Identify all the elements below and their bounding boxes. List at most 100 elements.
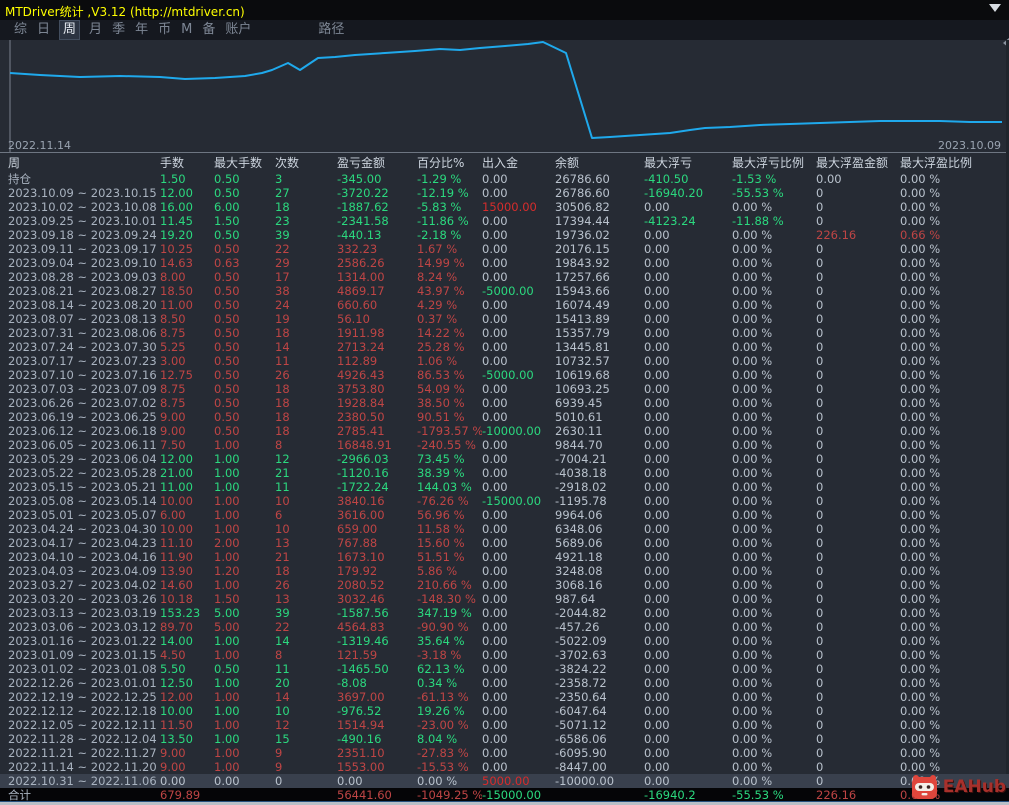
cell: 0.00: [644, 382, 670, 396]
cell: 0.00 %: [732, 550, 773, 564]
cell: 0.00 %: [732, 466, 773, 480]
table-row[interactable]: 2023.01.09 ~ 2023.01.15 4.50 1.00 8 121.59 -3…: [0, 648, 1009, 662]
cell: -5000.00: [482, 368, 534, 382]
table-row[interactable]: 2023.07.17 ~ 2023.07.23 3.00 0.50 11 112.89 1…: [0, 354, 1009, 368]
cell: 0: [816, 298, 824, 312]
table-row[interactable]: 2023.06.26 ~ 2023.07.02 8.75 0.50 18 1928.84…: [0, 396, 1009, 410]
menu-item-6[interactable]: 币: [158, 21, 171, 39]
table-row[interactable]: 2023.05.15 ~ 2023.05.21 11.00 1.00 11 -1722.…: [0, 480, 1009, 494]
menu-item-1[interactable]: 日: [37, 21, 50, 39]
menu-item-9[interactable]: 账户: [225, 21, 251, 39]
cell: 56.10: [337, 312, 370, 326]
cell: 6: [275, 508, 283, 522]
menu-item-7[interactable]: M: [181, 21, 192, 39]
cell: 23: [275, 214, 290, 228]
table-row[interactable]: 2023.03.20 ~ 2023.03.26 10.18 1.50 13 3032.4…: [0, 592, 1009, 606]
horizontal-scrollbar[interactable]: [0, 801, 1009, 805]
table-row[interactable]: 2023.10.02 ~ 2023.10.08 16.00 6.00 18 -1887.…: [0, 200, 1009, 214]
cell: 14: [275, 340, 290, 354]
cell: 0.37 %: [417, 312, 458, 326]
menu-item-4[interactable]: 季: [112, 21, 125, 39]
cell: 0: [816, 242, 824, 256]
cell: 659.00: [337, 522, 378, 536]
cell: 0.00 %: [732, 312, 773, 326]
menu-item-path[interactable]: 路径: [318, 21, 344, 39]
table-row[interactable]: 2022.10.31 ~ 2022.11.06 0.00 0.00 0 0.00 0.00…: [0, 774, 1009, 788]
cell: 1.00: [214, 508, 240, 522]
table-row[interactable]: 2023.10.09 ~ 2023.10.15 12.00 0.50 27 -3720.…: [0, 186, 1009, 200]
table-row[interactable]: 2023.07.31 ~ 2023.08.06 8.75 0.50 18 1911.98…: [0, 326, 1009, 340]
table-row[interactable]: 2023.06.05 ~ 2023.06.11 7.50 1.00 8 16848.91…: [0, 438, 1009, 452]
table-row[interactable]: 2023.04.03 ~ 2023.04.09 13.90 1.20 18 179.92…: [0, 564, 1009, 578]
menu-item-5[interactable]: 年: [135, 21, 148, 39]
table-row[interactable]: 2023.06.12 ~ 2023.06.18 9.00 0.50 18 2785.41…: [0, 424, 1009, 438]
cell: 86.53 %: [417, 368, 465, 382]
cell: 15.60 %: [417, 536, 465, 550]
table-row[interactable]: 2022.12.19 ~ 2022.12.25 12.00 1.00 14 3697.0…: [0, 690, 1009, 704]
table-row[interactable]: 2023.05.08 ~ 2023.05.14 10.00 1.00 10 3840.1…: [0, 494, 1009, 508]
menu-item-3[interactable]: 月: [89, 21, 102, 39]
table-row[interactable]: 2023.09.25 ~ 2023.10.01 11.45 1.50 23 -2341.…: [0, 214, 1009, 228]
cell: 11: [275, 480, 290, 494]
table-row[interactable]: 2023.03.06 ~ 2023.03.12 89.70 5.00 22 4564.8…: [0, 620, 1009, 634]
column-header: 出入金: [482, 156, 519, 170]
table-row[interactable]: 2023.09.18 ~ 2023.09.24 19.20 0.50 39 -440.1…: [0, 228, 1009, 242]
column-header: 最大浮亏: [644, 156, 693, 170]
table-row[interactable]: 2023.03.13 ~ 2023.03.19 153.23 5.00 39 -1587…: [0, 606, 1009, 620]
table-row[interactable]: 2022.12.12 ~ 2022.12.18 10.00 1.00 10 -976.5…: [0, 704, 1009, 718]
cell: 9964.06: [555, 508, 603, 522]
table-row[interactable]: 2023.01.02 ~ 2023.01.08 5.50 0.50 11 -1465.5…: [0, 662, 1009, 676]
table-row[interactable]: 2022.12.05 ~ 2022.12.11 11.50 1.00 12 1514.9…: [0, 718, 1009, 732]
table-row[interactable]: 持仓 1.50 0.50 3 -345.00 -1.29 % 0.00 26786.60 -41…: [0, 172, 1009, 186]
table-row[interactable]: 2022.11.14 ~ 2022.11.20 9.00 1.00 9 1553.00 -…: [0, 760, 1009, 774]
cell: 3616.00: [337, 508, 385, 522]
table-row[interactable]: 2023.05.22 ~ 2023.05.28 21.00 1.00 21 -1120.…: [0, 466, 1009, 480]
cell: 0.00: [482, 564, 508, 578]
cell: 11.50: [160, 718, 193, 732]
menu-item-0[interactable]: 综: [14, 21, 27, 39]
table-row[interactable]: 2023.04.10 ~ 2023.04.16 11.90 1.00 21 1673.1…: [0, 550, 1009, 564]
table-row[interactable]: 2023.07.10 ~ 2023.07.16 12.75 0.50 26 4926.4…: [0, 368, 1009, 382]
table-row[interactable]: 2023.08.14 ~ 2023.08.20 11.00 0.50 24 660.60…: [0, 298, 1009, 312]
cell: 0.00: [644, 410, 670, 424]
table-row[interactable]: 2023.08.21 ~ 2023.08.27 18.50 0.50 38 4869.1…: [0, 284, 1009, 298]
cell: 15943.66: [555, 284, 610, 298]
row-label: 2022.12.12 ~ 2022.12.18: [8, 704, 157, 718]
table-row[interactable]: 2022.12.26 ~ 2023.01.01 12.50 1.00 20 -8.08 0…: [0, 676, 1009, 690]
cell: 0.50: [214, 186, 240, 200]
cell: 0: [816, 312, 824, 326]
caret-down-icon[interactable]: [989, 4, 1001, 12]
table-row[interactable]: 2023.07.24 ~ 2023.07.30 5.25 0.50 14 2713.24…: [0, 340, 1009, 354]
table-row[interactable]: 2023.08.07 ~ 2023.08.13 8.50 0.50 19 56.10 0.…: [0, 312, 1009, 326]
cell: 0: [816, 662, 824, 676]
cell: 0.00: [644, 634, 670, 648]
cell: 0.00 %: [732, 494, 773, 508]
cell: -2918.02: [555, 480, 607, 494]
cell: -3720.22: [337, 186, 389, 200]
table-row[interactable]: 2023.08.28 ~ 2023.09.03 8.00 0.50 17 1314.00…: [0, 270, 1009, 284]
cell: 0.00 %: [732, 620, 773, 634]
table-row[interactable]: 2022.11.28 ~ 2022.12.04 13.50 1.00 15 -490.1…: [0, 732, 1009, 746]
cell: 0.00: [644, 662, 670, 676]
equity-chart[interactable]: 2022.11.14 2023.10.09: [0, 40, 1009, 153]
cell: 1.50: [160, 172, 186, 186]
table-row[interactable]: 2023.05.29 ~ 2023.06.04 12.00 1.00 12 -2966.…: [0, 452, 1009, 466]
table-row[interactable]: 2022.11.21 ~ 2022.11.27 9.00 1.00 9 2351.10 -…: [0, 746, 1009, 760]
table-row[interactable]: 2023.03.27 ~ 2023.04.02 14.60 1.00 26 2080.5…: [0, 578, 1009, 592]
table-row[interactable]: 2023.06.19 ~ 2023.06.25 9.00 0.50 18 2380.50…: [0, 410, 1009, 424]
cell: 0.00 %: [900, 606, 941, 620]
cell: 10619.68: [555, 368, 610, 382]
cell: -5071.12: [555, 718, 607, 732]
table-row[interactable]: 2023.09.04 ~ 2023.09.10 14.63 0.63 29 2586.2…: [0, 256, 1009, 270]
table-row[interactable]: 2023.07.03 ~ 2023.07.09 8.75 0.50 18 3753.80…: [0, 382, 1009, 396]
table-row[interactable]: 2023.01.16 ~ 2023.01.22 14.00 1.00 14 -1319.…: [0, 634, 1009, 648]
table-row[interactable]: 2023.09.11 ~ 2023.09.17 10.25 0.50 22 332.23…: [0, 242, 1009, 256]
table-row[interactable]: 2023.04.17 ~ 2023.04.23 11.10 2.00 13 767.88…: [0, 536, 1009, 550]
cell: 26786.60: [555, 172, 610, 186]
menu-item-8[interactable]: 备: [202, 21, 215, 39]
cell: -11.88 %: [732, 214, 784, 228]
cell: 0.00: [482, 592, 508, 606]
table-row[interactable]: 2023.04.24 ~ 2023.04.30 10.00 1.00 10 659.00…: [0, 522, 1009, 536]
menu-item-2[interactable]: 周: [59, 20, 81, 40]
table-row[interactable]: 2023.05.01 ~ 2023.05.07 6.00 1.00 6 3616.00 5…: [0, 508, 1009, 522]
